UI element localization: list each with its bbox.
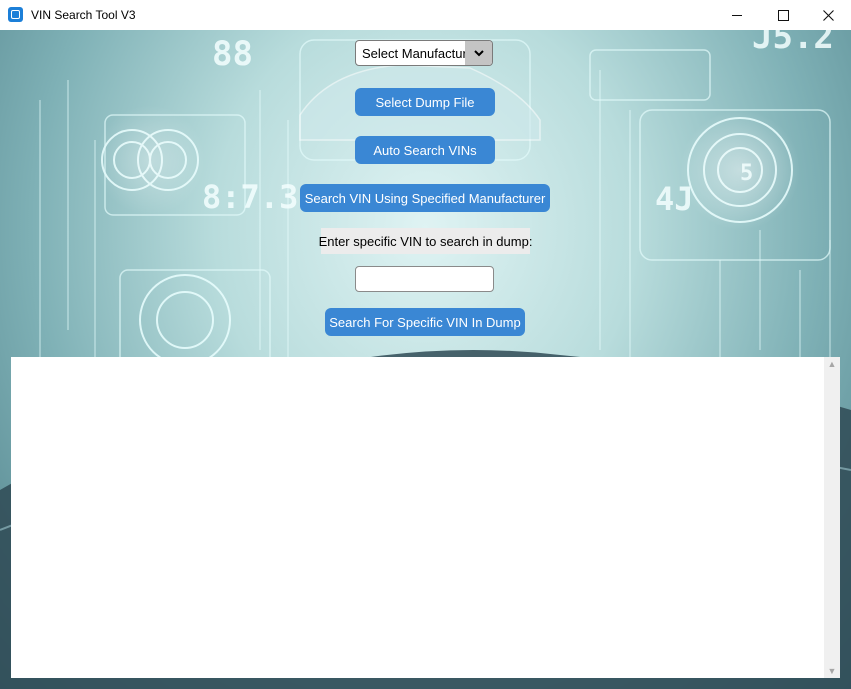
app-window-icon [8,7,23,22]
maximize-button[interactable] [760,0,806,30]
svg-text:8:7.3: 8:7.3 [202,178,298,216]
results-text-area[interactable] [11,357,824,678]
svg-text:J5.2: J5.2 [752,30,834,57]
vin-prompt-label: Enter specific VIN to search in dump: [319,228,532,254]
select-dump-file-button[interactable]: Select Dump File [355,88,495,116]
search-by-manufacturer-button[interactable]: Search VIN Using Specified Manufacturer [300,184,550,212]
scroll-down-arrow-icon[interactable]: ▼ [824,664,840,678]
maximize-icon [777,9,789,21]
manufacturer-select[interactable]: Select Manufacturer [355,40,493,66]
minimize-icon [732,14,742,16]
svg-text:4J: 4J [655,180,694,218]
svg-text:88: 88 [212,34,253,74]
dropdown-toggle[interactable] [465,41,492,65]
auto-search-vins-button[interactable]: Auto Search VINs [355,136,495,164]
close-icon [822,9,834,21]
close-button[interactable] [805,0,851,30]
window-title: VIN Search Tool V3 [31,8,136,22]
scroll-up-arrow-icon[interactable]: ▲ [824,357,840,371]
results-scrollbar[interactable]: ▲ ▼ [824,357,840,678]
vin-input[interactable] [355,266,494,292]
svg-text:5: 5 [740,161,753,186]
chevron-down-icon [473,49,484,56]
minimize-button[interactable] [714,0,760,30]
title-bar: VIN Search Tool V3 [0,0,851,30]
manufacturer-select-value: Select Manufacturer [362,46,466,61]
search-specific-vin-button[interactable]: Search For Specific VIN In Dump [325,308,525,336]
